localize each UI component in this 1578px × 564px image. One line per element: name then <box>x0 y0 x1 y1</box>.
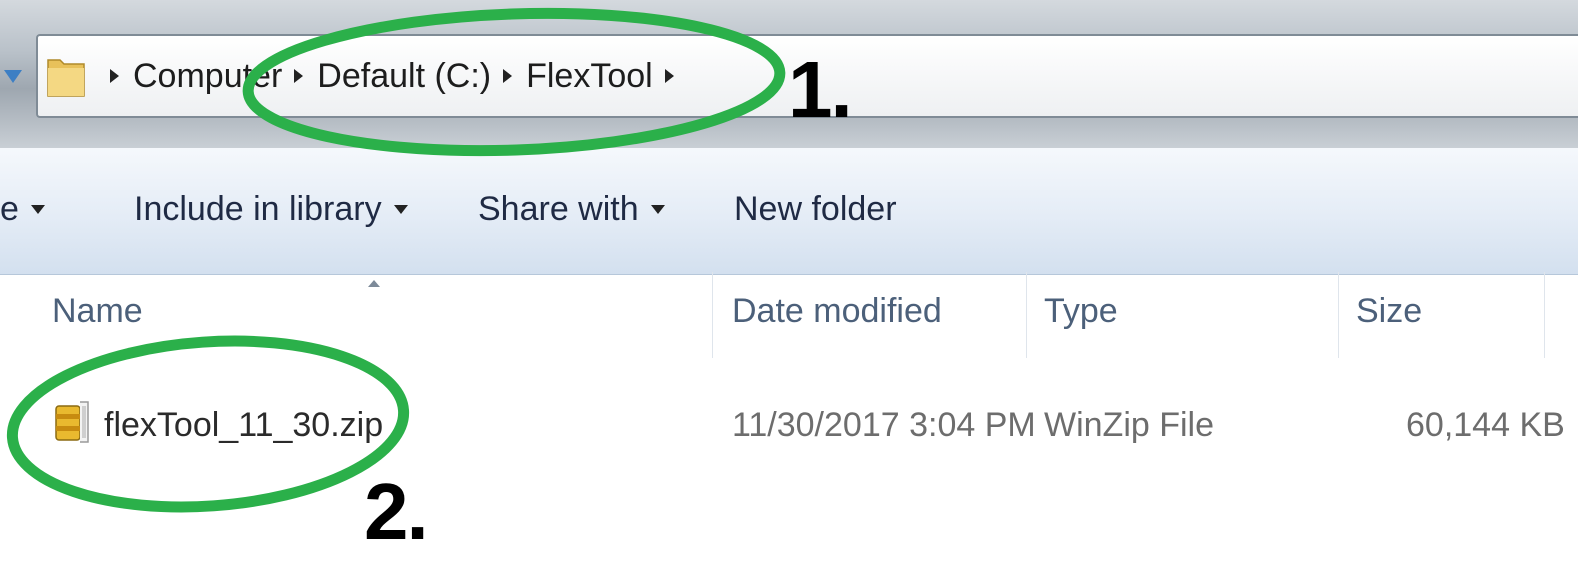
column-divider[interactable] <box>1338 272 1339 358</box>
dropdown-arrow-icon <box>393 205 408 214</box>
new-folder-label: New folder <box>734 190 897 228</box>
share-with-button[interactable]: Share with <box>478 190 665 229</box>
winzip-file-icon <box>55 401 89 443</box>
share-with-label: Share with <box>478 190 639 228</box>
sort-ascending-icon <box>368 280 380 287</box>
column-header-name[interactable]: Name <box>52 292 143 331</box>
column-divider[interactable] <box>712 272 713 358</box>
file-name[interactable]: flexTool_11_30.zip <box>104 406 383 445</box>
include-in-library-button[interactable]: Include in library <box>134 190 408 229</box>
column-header-size[interactable]: Size <box>1356 292 1422 331</box>
breadcrumb-item-drive[interactable]: Default (C:) <box>317 57 491 96</box>
annotation-step-2: 2. <box>364 467 429 556</box>
annotation-step-1: 1. <box>788 45 853 134</box>
file-date-modified: 11/30/2017 3:04 PM <box>732 406 1036 444</box>
column-divider[interactable] <box>1026 272 1027 358</box>
breadcrumb-item-computer[interactable]: Computer <box>133 57 282 96</box>
file-type: WinZip File <box>1044 406 1215 444</box>
column-header-date-modified[interactable]: Date modified <box>732 292 942 331</box>
dropdown-arrow-icon <box>30 205 45 214</box>
column-header-type[interactable]: Type <box>1044 292 1118 331</box>
breadcrumb: Computer Default (C:) FlexTool <box>98 48 688 104</box>
include-in-library-label: Include in library <box>134 190 382 228</box>
file-size: 60,144 KB <box>1406 406 1565 444</box>
breadcrumb-separator-icon[interactable] <box>110 69 119 83</box>
column-divider[interactable] <box>1544 272 1545 358</box>
breadcrumb-separator-icon[interactable] <box>503 69 513 83</box>
breadcrumb-separator-icon[interactable] <box>294 69 304 83</box>
organize-menu-label: e <box>0 190 19 228</box>
organize-menu-button[interactable]: e <box>0 190 45 229</box>
nav-down-arrow-icon[interactable] <box>4 70 22 83</box>
folder-icon <box>47 59 85 97</box>
breadcrumb-item-flextool[interactable]: FlexTool <box>526 57 653 96</box>
breadcrumb-separator-icon[interactable] <box>664 69 674 83</box>
new-folder-button[interactable]: New folder <box>734 190 897 229</box>
dropdown-arrow-icon <box>650 205 665 214</box>
